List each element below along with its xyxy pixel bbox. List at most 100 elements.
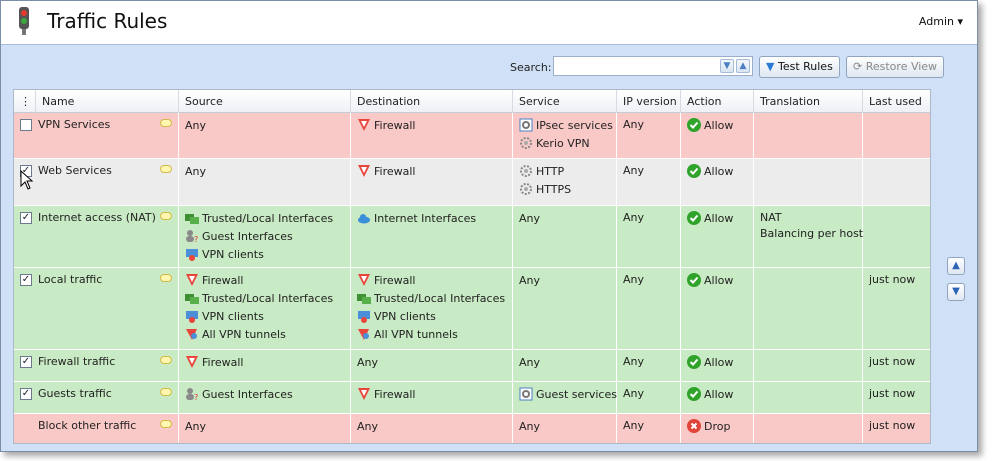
- table-row[interactable]: ✓ Local traffic Firewall Trusted/Local Inte…: [14, 268, 930, 350]
- rule-name: Internet access (NAT): [38, 211, 156, 224]
- destination: Firewall: [351, 113, 513, 158]
- admin-menu[interactable]: Admin ▾: [919, 15, 963, 28]
- firewall-icon: [357, 388, 374, 401]
- comment-icon[interactable]: [160, 274, 172, 282]
- allow-icon: [687, 355, 704, 369]
- table-row[interactable]: ✓ Internet access (NAT) Trusted/Local Inte…: [14, 206, 930, 268]
- column-header-ip-version[interactable]: IP version: [617, 90, 681, 113]
- move-down-button[interactable]: ▼: [947, 283, 965, 301]
- action: Allow: [681, 382, 754, 413]
- search-up-icon[interactable]: ▲: [736, 59, 750, 73]
- service-text: Any: [519, 420, 541, 433]
- source-item: ? Guest Interfaces: [185, 229, 293, 245]
- test-rules-button[interactable]: ▼ Test Rules: [759, 56, 840, 78]
- last-used: [863, 159, 930, 205]
- enable-checkbox[interactable]: [20, 119, 32, 131]
- destination: Any: [351, 350, 513, 381]
- source-text: Firewall: [202, 356, 244, 369]
- destination-text: Firewall: [374, 274, 416, 287]
- vpn-clients-icon: [357, 310, 374, 323]
- destination: Firewall: [351, 382, 513, 413]
- header-select-icon[interactable]: ⋮: [14, 90, 36, 113]
- comment-icon[interactable]: [160, 420, 172, 428]
- firewall-icon: [185, 274, 202, 287]
- column-header-action[interactable]: Action: [681, 90, 754, 113]
- source-text: Trusted/Local Interfaces: [202, 292, 334, 305]
- search-input[interactable]: ▼ ▲: [553, 56, 753, 76]
- table-row[interactable]: Block other traffic Any Any Any Any Drop just …: [14, 414, 930, 443]
- enable-checkbox[interactable]: ✓: [20, 274, 32, 286]
- source-item: Firewall: [185, 273, 243, 289]
- table-row[interactable]: ✓ Guests traffic? Guest Interfaces Firewall…: [14, 382, 930, 414]
- destination-text: Trusted/Local Interfaces: [374, 292, 506, 305]
- test-rules-label: Test Rules: [777, 60, 833, 73]
- destination: Any: [351, 414, 513, 443]
- destination: Firewall: [351, 159, 513, 205]
- svg-text:?: ?: [194, 393, 198, 401]
- enable-checkbox[interactable]: ✓: [20, 388, 32, 400]
- destination: Firewall Trusted/Local Interfaces VPN clie…: [351, 268, 513, 349]
- comment-icon[interactable]: [160, 119, 172, 127]
- destination-item: Firewall: [357, 387, 415, 403]
- destination-text: All VPN tunnels: [374, 328, 458, 341]
- column-header-service[interactable]: Service: [513, 90, 617, 113]
- column-header-name[interactable]: Name: [36, 90, 179, 113]
- destination-item: Any: [357, 419, 378, 435]
- destination-item: Firewall: [357, 164, 415, 180]
- guest-interfaces-icon: ?: [185, 230, 202, 243]
- action: Allow: [681, 350, 754, 381]
- name-cell: ✓ Local traffic: [14, 268, 179, 349]
- action-text: Allow: [704, 356, 734, 369]
- source-item: VPN clients: [185, 309, 264, 325]
- refresh-icon: ⟳: [853, 60, 863, 73]
- source-text: All VPN tunnels: [202, 328, 286, 341]
- comment-icon[interactable]: [160, 356, 172, 364]
- ip-version-text: Any: [623, 164, 645, 177]
- move-up-button[interactable]: ▲: [947, 257, 965, 275]
- destination-item: Trusted/Local Interfaces: [357, 291, 505, 307]
- firewall-icon: [185, 356, 202, 369]
- header: Traffic Rules Admin ▾: [1, 1, 977, 45]
- name-cell: ✓ Firewall traffic: [14, 350, 179, 381]
- firewall-icon: [357, 119, 374, 132]
- table-row[interactable]: ✓ Firewall traffic Firewall Any Any Any Allow j…: [14, 350, 930, 382]
- enable-checkbox[interactable]: ✓: [20, 356, 32, 368]
- action-item: Allow: [687, 118, 733, 134]
- restore-view-button[interactable]: ⟳ Restore View: [846, 56, 945, 78]
- action-item: Allow: [687, 164, 733, 180]
- source-item: Firewall: [185, 355, 243, 371]
- column-header-source[interactable]: Source: [179, 90, 351, 113]
- filter-icon: ▼: [766, 60, 775, 73]
- rule-name: Firewall traffic: [38, 355, 116, 368]
- comment-icon[interactable]: [160, 165, 172, 173]
- column-header-destination[interactable]: Destination: [351, 90, 513, 113]
- service-item: Guest services: [519, 387, 617, 403]
- table-row[interactable]: ✓ Web Services Any Firewall HTTP HTTPS Any Allo…: [14, 159, 930, 206]
- column-header-last-used[interactable]: Last used: [863, 90, 930, 113]
- source-text: Firewall: [202, 274, 244, 287]
- ip-version-text: Any: [623, 355, 645, 368]
- action-text: Allow: [704, 165, 734, 178]
- destination: Internet Interfaces: [351, 206, 513, 267]
- service-item: HTTP: [519, 164, 564, 180]
- column-header-translation[interactable]: Translation: [754, 90, 863, 113]
- restore-view-label: Restore View: [865, 60, 938, 73]
- action: Allow: [681, 268, 754, 349]
- service-item: HTTPS: [519, 182, 571, 198]
- service-item: Any: [519, 211, 540, 227]
- search-down-icon[interactable]: ▼: [720, 59, 734, 73]
- table-row[interactable]: VPN Services Any Firewall IPsec services Ker…: [14, 113, 930, 159]
- ip-version: Any: [617, 159, 681, 205]
- comment-icon[interactable]: [160, 212, 172, 220]
- source-text: Any: [185, 420, 207, 433]
- rule-name: Local traffic: [38, 273, 103, 286]
- last-used-text: just now: [869, 273, 916, 286]
- enable-checkbox[interactable]: ✓: [20, 212, 32, 224]
- name-cell: ✓ Internet access (NAT): [14, 206, 179, 267]
- rule-name: Block other traffic: [38, 419, 137, 432]
- translation: [754, 350, 863, 381]
- page-title: Traffic Rules: [47, 9, 168, 33]
- source: Any: [179, 159, 351, 205]
- comment-icon[interactable]: [160, 388, 172, 396]
- ip-version-text: Any: [623, 273, 645, 286]
